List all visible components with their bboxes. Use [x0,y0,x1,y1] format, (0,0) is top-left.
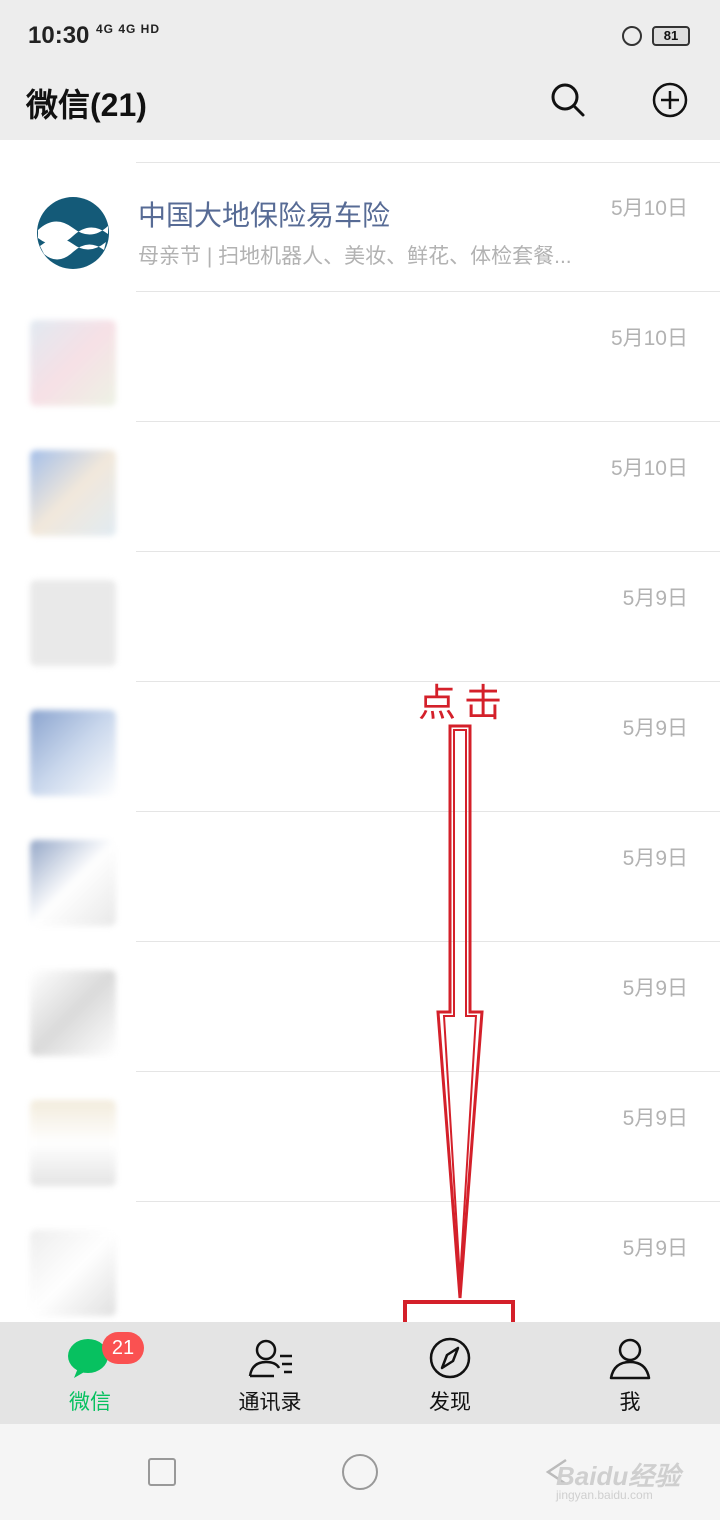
chat-name: 中国大地保险易车险 [138,200,391,231]
avatar [30,1230,116,1316]
avatar [30,1100,116,1186]
chat-time: 5月9日 [622,1237,688,1260]
compass-icon [429,1337,471,1379]
chat-time: 5月9日 [622,847,688,870]
tab-discover[interactable]: 发现 [360,1322,540,1424]
chat-time: 5月10日 [610,327,688,350]
contacts-icon [248,1339,292,1378]
status-bar: 10:30 4G 4G HD 81 [0,0,720,70]
chat-row[interactable]: 中国大地保险易车险 母亲节 | 扫地机器人、美妆、鲜花、体检套餐... 5月10… [0,162,720,292]
recent-apps-button[interactable] [148,1458,176,1486]
avatar [30,320,116,406]
chat-time: 5月10日 [610,457,688,480]
avatar [30,840,116,926]
tab-me[interactable]: 我 [540,1322,720,1424]
chat-time: 5月9日 [622,1107,688,1130]
annotation-arrow-icon [436,724,484,1299]
chat-row[interactable]: 5月10日 [0,292,720,422]
network-indicator: 4G 4G HD [96,22,161,36]
chat-row[interactable]: 5月9日 [0,942,720,1072]
chat-time: 5月10日 [610,197,688,220]
avatar [30,580,116,666]
plus-circle-icon[interactable] [650,80,690,120]
chat-time: 5月9日 [622,717,688,740]
search-icon[interactable] [548,80,588,120]
avatar [30,710,116,796]
tab-bar: 21 微信 通讯录 发现 我 [0,1322,720,1424]
annotation-text: 点击 [418,681,511,725]
unread-badge: 21 [102,1332,144,1364]
chat-row[interactable]: 5月9日 [0,1072,720,1202]
tab-label: 我 [619,1391,641,1414]
avatar [30,970,116,1056]
chat-row[interactable]: 5月9日 [0,1202,720,1322]
status-time: 10:30 [28,22,90,49]
chat-list: 中国大地保险易车险 母亲节 | 扫地机器人、美妆、鲜花、体检套餐... 5月10… [0,160,720,1322]
battery-indicator: 81 [652,26,690,46]
chat-row[interactable]: 5月9日 [0,552,720,682]
person-icon [609,1338,651,1380]
watermark-url: jingyan.baidu.com [556,1488,653,1502]
tab-label: 发现 [429,1391,471,1414]
home-button[interactable] [342,1454,378,1490]
chat-time: 5月9日 [622,977,688,1000]
tab-contacts[interactable]: 通讯录 [180,1322,360,1424]
app-header: 微信(21) [0,70,720,140]
chat-row[interactable]: 5月9日 [0,812,720,942]
tab-label: 通讯录 [238,1391,302,1414]
chat-row[interactable]: 5月9日 [0,682,720,812]
avatar [30,450,116,536]
avatar [30,190,116,276]
page-title: 微信(21) [26,87,147,123]
system-nav-bar: Baidu经验 jingyan.baidu.com [0,1424,720,1520]
chat-row[interactable]: 5月10日 [0,422,720,552]
rotation-lock-icon [622,26,642,46]
chat-preview: 母亲节 | 扫地机器人、美妆、鲜花、体检套餐... [138,245,572,268]
chat-time: 5月9日 [622,587,688,610]
tab-chats[interactable]: 21 微信 [0,1322,180,1424]
tab-label: 微信 [69,1391,111,1414]
